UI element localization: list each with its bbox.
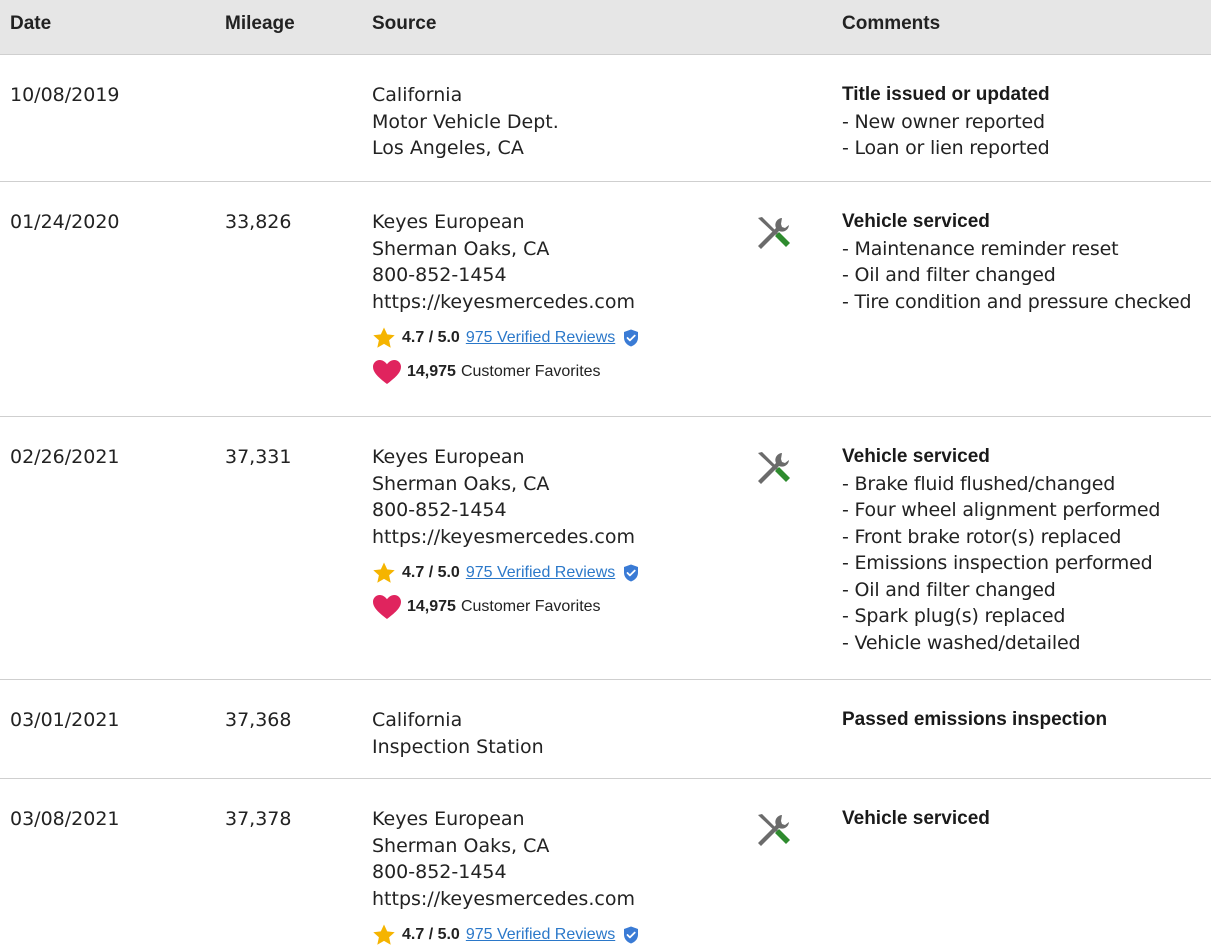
header-mileage: Mileage [225, 13, 295, 34]
source-line: 800-852-1454 [372, 499, 507, 521]
row-comments: Passed emissions inspection [842, 707, 1211, 734]
row-comments: Title issued or updated - New owner repo… [842, 82, 1211, 162]
source-line: Keyes European [372, 211, 525, 233]
verified-reviews-link[interactable]: 975 Verified Reviews [466, 325, 615, 352]
wrench-screwdriver-icon [758, 217, 790, 249]
row-date: 02/26/2021 [10, 446, 120, 468]
row-comments: Vehicle serviced [842, 806, 1211, 833]
favorites-label: Customer Favorites [460, 597, 601, 615]
verified-reviews-link[interactable]: 975 Verified Reviews [466, 922, 615, 948]
comment-item: - Brake fluid flushed/changed [842, 472, 1116, 495]
row-date: 01/24/2020 [10, 211, 120, 233]
source-line: Los Angeles, CA [372, 137, 524, 159]
rating-value: 4.7 / 5.0 [402, 563, 460, 581]
comment-item: - Four wheel alignment performed [842, 499, 1161, 521]
row-date: 03/01/2021 [10, 709, 120, 731]
header-comments: Comments [842, 13, 941, 34]
verified-reviews-link[interactable]: 975 Verified Reviews [466, 560, 615, 587]
table-row: 10/08/2019 California Motor Vehicle Dept… [0, 55, 1211, 182]
row-source: California Motor Vehicle Dept. Los Angel… [372, 82, 742, 162]
comment-title: Vehicle serviced [842, 211, 990, 232]
row-source: Keyes European Sherman Oaks, CA 800-852-… [372, 806, 742, 948]
favorites-row: 14,975 Customer Favorites [372, 594, 742, 620]
comment-title: Vehicle serviced [842, 446, 990, 467]
comment-item: - Emissions inspection performed [842, 552, 1153, 574]
comment-title: Passed emissions inspection [842, 709, 1108, 730]
header-date: Date [10, 13, 52, 34]
comment-item: - Front brake rotor(s) replaced [842, 525, 1122, 548]
source-line: California [372, 84, 463, 106]
source-line: Inspection Station [372, 735, 544, 758]
comment-item: - Loan or lien reported [842, 137, 1050, 159]
comment-title: Title issued or updated [842, 84, 1050, 105]
source-line: California [372, 709, 463, 731]
comment-item: - Oil and filter changed [842, 578, 1056, 601]
rating-row: 4.7 / 5.0 975 Verified Reviews [372, 560, 742, 586]
source-line: Sherman Oaks, CA [372, 834, 550, 857]
rating-row: 4.7 / 5.0 975 Verified Reviews [372, 922, 742, 948]
table-row: 02/26/2021 37,331 Keyes European Sherman… [0, 417, 1211, 680]
favorites-row: 14,975 Customer Favorites [372, 359, 742, 385]
source-line: https://keyesmercedes.com [372, 887, 635, 910]
row-mileage: 37,368 [225, 709, 292, 731]
comment-item: - Vehicle washed/detailed [842, 631, 1081, 654]
star-icon [373, 562, 395, 583]
comment-item: - Oil and filter changed [842, 264, 1056, 286]
row-mileage: 37,378 [225, 808, 292, 830]
row-mileage: 37,331 [225, 446, 292, 468]
vehicle-history-table: Date Mileage Source Comments 10/08/2019 … [0, 0, 1211, 948]
table-row: 03/01/2021 37,368 California Inspection … [0, 680, 1211, 779]
favorites-count: 14,975 [407, 362, 456, 380]
verified-shield-icon [624, 564, 639, 582]
heart-icon [373, 360, 401, 384]
source-line: Motor Vehicle Dept. [372, 110, 559, 133]
source-line: Sherman Oaks, CA [372, 472, 550, 495]
star-icon [373, 924, 395, 945]
source-line: 800-852-1454 [372, 861, 507, 883]
row-date: 03/08/2021 [10, 808, 120, 830]
comment-item: - New owner reported [842, 110, 1045, 133]
row-mileage: 33,826 [225, 211, 292, 233]
header-source: Source [372, 13, 437, 34]
source-line: Sherman Oaks, CA [372, 237, 550, 260]
row-comments: Vehicle serviced - Brake fluid flushed/c… [842, 444, 1211, 656]
wrench-screwdriver-icon [758, 814, 790, 846]
table-header: Date Mileage Source Comments [0, 0, 1211, 55]
wrench-screwdriver-icon [758, 452, 790, 484]
row-source: Keyes European Sherman Oaks, CA 800-852-… [372, 209, 742, 385]
favorites-label: Customer Favorites [460, 362, 601, 380]
row-date: 10/08/2019 [10, 84, 120, 106]
star-icon [373, 327, 395, 348]
comment-item: - Maintenance reminder reset [842, 237, 1119, 260]
table-row: 01/24/2020 33,826 Keyes European Sherman… [0, 182, 1211, 417]
source-line: 800-852-1454 [372, 264, 507, 286]
source-line: https://keyesmercedes.com [372, 290, 635, 313]
source-line: Keyes European [372, 808, 525, 830]
verified-shield-icon [624, 329, 639, 347]
rating-value: 4.7 / 5.0 [402, 925, 460, 943]
source-line: Keyes European [372, 446, 525, 468]
source-line: https://keyesmercedes.com [372, 525, 635, 548]
rating-row: 4.7 / 5.0 975 Verified Reviews [372, 325, 742, 351]
heart-icon [373, 595, 401, 619]
rating-value: 4.7 / 5.0 [402, 328, 460, 346]
row-source: Keyes European Sherman Oaks, CA 800-852-… [372, 444, 742, 620]
table-row: 03/08/2021 37,378 Keyes European Sherman… [0, 779, 1211, 948]
row-comments: Vehicle serviced - Maintenance reminder … [842, 209, 1211, 315]
row-source: California Inspection Station [372, 707, 742, 760]
comment-item: - Spark plug(s) replaced [842, 605, 1066, 627]
comment-title: Vehicle serviced [842, 808, 990, 829]
favorites-count: 14,975 [407, 597, 456, 615]
comment-item: - Tire condition and pressure checked [842, 290, 1192, 313]
verified-shield-icon [624, 926, 639, 944]
